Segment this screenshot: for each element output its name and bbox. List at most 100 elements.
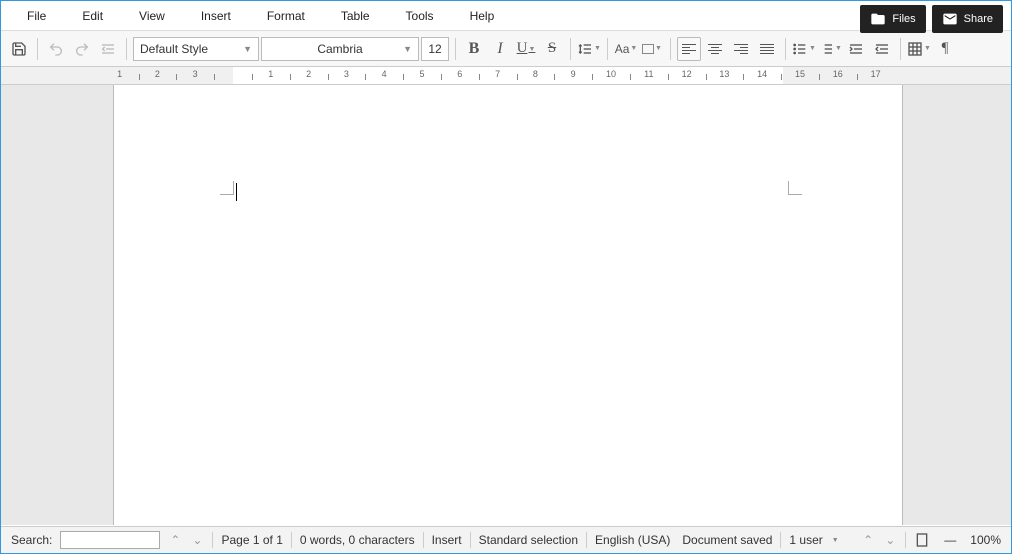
table-button[interactable]: ▼ — [907, 37, 931, 61]
ruler-number: 1 — [268, 69, 273, 79]
line-spacing-button[interactable]: ▼ — [577, 37, 601, 61]
style-value: Default Style — [140, 42, 208, 56]
ruler-number: 7 — [495, 69, 500, 79]
ruler-tick — [441, 74, 442, 80]
font-name-combo[interactable]: Cambria ▼ — [261, 37, 419, 61]
chevron-down-icon: ▼ — [243, 44, 252, 54]
align-right-button[interactable] — [729, 37, 753, 61]
highlight-icon — [642, 44, 654, 54]
document-page[interactable] — [113, 85, 903, 525]
ruler-number: 16 — [833, 69, 843, 79]
ruler-tick — [403, 74, 404, 80]
menu-tools[interactable]: Tools — [388, 9, 452, 23]
ruler-number: 4 — [382, 69, 387, 79]
ruler-tick — [139, 74, 140, 80]
number-list-button[interactable]: ▼ — [818, 37, 842, 61]
align-justify-icon — [760, 44, 774, 54]
top-right-buttons: Files Share — [860, 5, 1003, 33]
page-info[interactable]: Page 1 of 1 — [221, 533, 282, 547]
line-spacing-icon — [577, 41, 593, 57]
paragraph-marks-button[interactable]: ¶ — [933, 37, 957, 61]
font-value: Cambria — [317, 42, 362, 56]
align-center-button[interactable] — [703, 37, 727, 61]
highlight-button[interactable]: ▼ — [640, 37, 664, 61]
separator — [670, 38, 671, 60]
undo-button[interactable] — [44, 37, 68, 61]
strikethrough-button[interactable]: S — [540, 37, 564, 61]
ruler-tick — [328, 74, 329, 80]
font-size-combo[interactable]: 12 — [421, 37, 449, 61]
menu-insert[interactable]: Insert — [183, 9, 249, 23]
zoom-level[interactable]: 100% — [970, 533, 1001, 547]
ruler-number: 2 — [155, 69, 160, 79]
separator — [291, 532, 292, 548]
word-count[interactable]: 0 words, 0 characters — [300, 533, 415, 547]
align-justify-button[interactable] — [755, 37, 779, 61]
selection-mode[interactable]: Standard selection — [479, 533, 578, 547]
align-center-icon — [708, 44, 722, 54]
indent-inc-button[interactable] — [844, 37, 868, 61]
search-prev-button[interactable]: ⌃ — [168, 533, 182, 547]
table-icon — [907, 41, 923, 57]
language[interactable]: English (USA) — [595, 533, 670, 547]
user-count[interactable]: 1 user — [789, 533, 822, 547]
underline-button[interactable]: U▼ — [514, 37, 538, 61]
share-button[interactable]: Share — [932, 5, 1003, 33]
align-left-button[interactable] — [677, 37, 701, 61]
align-right-icon — [734, 44, 748, 54]
chevron-down-icon: ▼ — [528, 45, 535, 53]
separator — [905, 532, 906, 548]
chevron-down-icon: ▼ — [630, 45, 637, 52]
paragraph-style-combo[interactable]: Default Style ▼ — [133, 37, 259, 61]
chevron-down-icon: ▼ — [403, 44, 412, 54]
ruler-tick — [365, 74, 366, 80]
outdent-button[interactable] — [96, 37, 120, 61]
case-label: Aa — [615, 42, 630, 56]
page-up-button[interactable]: ⌃ — [861, 533, 875, 547]
indent-dec-button[interactable] — [870, 37, 894, 61]
files-button[interactable]: Files — [860, 5, 925, 33]
bold-button[interactable]: B — [462, 37, 486, 61]
menu-format[interactable]: Format — [249, 9, 323, 23]
margin-corner-tl — [220, 181, 234, 195]
horizontal-ruler[interactable]: 3211234567891011121314151617 — [1, 67, 1011, 85]
page-layout-icon[interactable] — [914, 532, 930, 548]
page-down-button[interactable]: ⌄ — [883, 533, 897, 547]
zoom-out-button[interactable]: — — [938, 533, 962, 547]
separator — [423, 532, 424, 548]
document-area — [1, 85, 1011, 525]
chevron-down-icon: ▼ — [809, 45, 816, 52]
menu-file[interactable]: File — [9, 9, 64, 23]
ruler-number: 12 — [682, 69, 692, 79]
separator — [212, 532, 213, 548]
search-next-button[interactable]: ⌄ — [190, 533, 204, 547]
ruler-number: 8 — [533, 69, 538, 79]
ruler-tick — [517, 74, 518, 80]
menu-help[interactable]: Help — [452, 9, 513, 23]
ruler-number: 17 — [871, 69, 881, 79]
redo-button[interactable] — [70, 37, 94, 61]
menu-edit[interactable]: Edit — [64, 9, 121, 23]
outdent-icon — [100, 41, 116, 57]
separator — [607, 38, 608, 60]
ruler-number: 3 — [193, 69, 198, 79]
share-label: Share — [964, 13, 993, 25]
save-button[interactable] — [7, 37, 31, 61]
italic-button[interactable]: I — [488, 37, 512, 61]
bullet-list-icon — [792, 41, 808, 57]
insert-mode[interactable]: Insert — [432, 533, 462, 547]
files-label: Files — [892, 13, 915, 25]
ruler-number: 14 — [757, 69, 767, 79]
case-button[interactable]: Aa▼ — [614, 37, 638, 61]
chevron-down-icon: ▼ — [594, 45, 601, 52]
separator — [586, 532, 587, 548]
menu-table[interactable]: Table — [323, 9, 388, 23]
undo-icon — [48, 41, 64, 57]
separator — [785, 38, 786, 60]
search-input[interactable] — [60, 531, 160, 549]
ruler-tick — [630, 74, 631, 80]
bullet-list-button[interactable]: ▼ — [792, 37, 816, 61]
chevron-down-icon: ▼ — [832, 537, 839, 544]
menu-view[interactable]: View — [121, 9, 183, 23]
folder-icon — [870, 11, 886, 27]
